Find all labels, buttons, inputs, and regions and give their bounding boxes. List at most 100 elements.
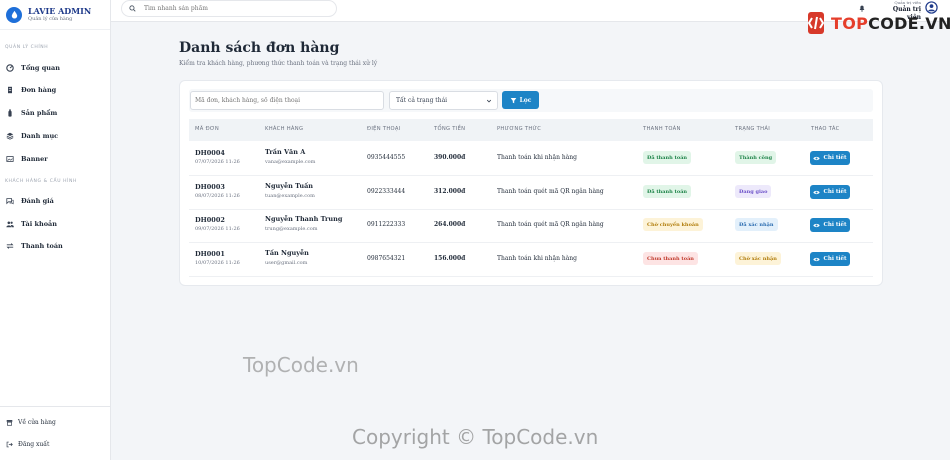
detail-button[interactable]: Chi tiết bbox=[810, 185, 850, 199]
payment-method: Thanh toán khi nhận hàng bbox=[497, 154, 578, 161]
order-status-badge: Đã xác nhận bbox=[735, 218, 778, 231]
payment-status-badge: Chờ chuyển khoản bbox=[643, 218, 703, 231]
sidebar-item-label: Tài khoản bbox=[21, 220, 57, 228]
order-total: 264.000đ bbox=[434, 221, 466, 228]
filter-icon bbox=[510, 97, 516, 103]
sidebar-item-label: Sản phẩm bbox=[21, 109, 58, 117]
sidebar-divider bbox=[0, 406, 110, 407]
order-date: 07/07/2026 11:26 bbox=[195, 159, 240, 165]
chevron-down-icon bbox=[486, 99, 492, 103]
topcode-logo-icon bbox=[807, 12, 825, 34]
customer-name: Trần Văn A bbox=[265, 148, 306, 156]
order-code: DH0002 bbox=[195, 216, 225, 224]
page-title: Danh sách đơn hàng bbox=[179, 40, 340, 56]
eye-icon bbox=[813, 190, 821, 194]
sidebar: LAVIE ADMIN Quản lý cửa hàng QUẢN LÝ CHÍ… bbox=[0, 0, 111, 460]
sidebar-item-label: Banner bbox=[21, 155, 48, 163]
order-code: DH0003 bbox=[195, 183, 225, 191]
order-total: 312.000đ bbox=[434, 188, 466, 195]
column-header-code: MÃ ĐƠN bbox=[195, 126, 220, 132]
receipt-icon bbox=[6, 86, 14, 94]
sidebar-item-overview[interactable]: Tổng quan bbox=[0, 59, 110, 77]
customer-email: user@gmail.com bbox=[265, 260, 308, 266]
customer-email: vana@example.com bbox=[265, 159, 316, 165]
sidebar-item-products[interactable]: Sản phẩm bbox=[0, 104, 110, 122]
detail-button[interactable]: Chi tiết bbox=[810, 252, 850, 266]
payment-status-badge: Đã thanh toán bbox=[643, 151, 692, 164]
sidebar-item-reviews[interactable]: Đánh giá bbox=[0, 192, 110, 210]
water-drop-icon bbox=[6, 6, 22, 23]
sidebar-item-label: Thanh toán bbox=[21, 242, 63, 250]
customer-phone: 0922333444 bbox=[367, 188, 406, 195]
users-icon bbox=[6, 220, 14, 228]
order-search-input[interactable] bbox=[190, 91, 384, 110]
logo-prefix: TOP bbox=[831, 13, 869, 33]
order-status-badge: Chờ xác nhận bbox=[735, 252, 781, 265]
brand[interactable]: LAVIE ADMIN Quản lý cửa hàng bbox=[0, 0, 110, 30]
column-header-total: TỔNG TIỀN bbox=[434, 126, 466, 132]
eye-icon bbox=[813, 156, 821, 160]
column-header-status: TRẠNG THÁI bbox=[735, 126, 771, 132]
order-date: 08/07/2026 11:26 bbox=[195, 193, 240, 199]
sidebar-item-label: Đánh giá bbox=[21, 197, 54, 205]
status-select[interactable]: Tất cả trạng thái bbox=[389, 91, 498, 110]
column-header-actions: THAO TÁC bbox=[811, 126, 840, 132]
sidebar-item-payments[interactable]: Thanh toán bbox=[0, 237, 110, 255]
sidebar-item-orders[interactable]: Đơn hàng bbox=[0, 81, 110, 99]
customer-phone: 0935444555 bbox=[367, 154, 406, 161]
sidebar-item-label: Tổng quan bbox=[21, 64, 60, 72]
layers-icon bbox=[6, 132, 14, 140]
payment-method: Thanh toán quét mã QR ngân hàng bbox=[497, 221, 604, 228]
transfer-icon bbox=[6, 242, 14, 250]
column-header-payment: THANH TOÁN bbox=[643, 126, 681, 132]
detail-button-label: Chi tiết bbox=[823, 222, 847, 228]
payment-method: Thanh toán quét mã QR ngân hàng bbox=[497, 188, 604, 195]
payment-status-badge: Chưa thanh toán bbox=[643, 252, 698, 265]
topcode-logo: TOPCODE.VN bbox=[803, 10, 950, 36]
order-date: 09/07/2026 11:26 bbox=[195, 226, 240, 232]
order-code: DH0004 bbox=[195, 149, 225, 157]
status-select-value: Tất cả trạng thái bbox=[396, 97, 448, 104]
eye-icon bbox=[813, 223, 821, 227]
order-status-badge: Thành công bbox=[735, 151, 777, 164]
sidebar-item-accounts[interactable]: Tài khoản bbox=[0, 215, 110, 233]
detail-button[interactable]: Chi tiết bbox=[810, 151, 850, 165]
logout-icon bbox=[6, 441, 13, 448]
section-label-main: QUẢN LÝ CHÍNH bbox=[5, 45, 49, 50]
column-header-phone: ĐIỆN THOẠI bbox=[367, 126, 401, 132]
logo-suffix: CODE.VN bbox=[868, 13, 950, 33]
sidebar-item-label: Về cửa hàng bbox=[18, 418, 56, 426]
sidebar-item-label: Danh mục bbox=[21, 132, 59, 140]
sidebar-item-store[interactable]: Về cửa hàng bbox=[0, 414, 110, 430]
customer-email: tuan@example.com bbox=[265, 193, 315, 199]
store-icon bbox=[6, 419, 13, 426]
order-date: 10/07/2026 11:26 bbox=[195, 260, 240, 266]
sidebar-item-banner[interactable]: Banner bbox=[0, 150, 110, 168]
global-search[interactable] bbox=[121, 0, 337, 17]
filter-button-label: Lọc bbox=[519, 96, 532, 104]
order-total: 156.000đ bbox=[434, 255, 466, 262]
section-label-customers: KHÁCH HÀNG & CẤU HÌNH bbox=[5, 179, 77, 184]
payment-method: Thanh toán khi nhận hàng bbox=[497, 255, 578, 262]
detail-button-label: Chi tiết bbox=[823, 155, 847, 161]
order-total: 390.000đ bbox=[434, 154, 466, 161]
dashboard-icon bbox=[6, 64, 14, 72]
customer-phone: 0911222333 bbox=[367, 221, 406, 228]
column-header-method: PHƯƠNG THỨC bbox=[497, 126, 542, 132]
watermark-text: TopCode.vn bbox=[243, 353, 359, 377]
page-subtitle: Kiểm tra khách hàng, phương thức thanh t… bbox=[179, 60, 378, 67]
payment-status-badge: Đã thanh toán bbox=[643, 185, 692, 198]
eye-icon bbox=[813, 257, 821, 261]
sidebar-item-logout[interactable]: Đăng xuất bbox=[0, 436, 110, 452]
sidebar-item-label: Đơn hàng bbox=[21, 86, 57, 94]
customer-email: trung@example.com bbox=[265, 226, 318, 232]
filter-button[interactable]: Lọc bbox=[502, 91, 539, 109]
sidebar-item-label: Đăng xuất bbox=[18, 440, 50, 448]
copyright-watermark: Copyright © TopCode.vn bbox=[352, 425, 599, 449]
column-header-customer: KHÁCH HÀNG bbox=[265, 126, 304, 132]
detail-button[interactable]: Chi tiết bbox=[810, 218, 850, 232]
sidebar-item-categories[interactable]: Danh mục bbox=[0, 127, 110, 145]
order-status-badge: Đang giao bbox=[735, 185, 772, 198]
search-input[interactable] bbox=[144, 5, 324, 12]
comments-icon bbox=[6, 197, 14, 205]
